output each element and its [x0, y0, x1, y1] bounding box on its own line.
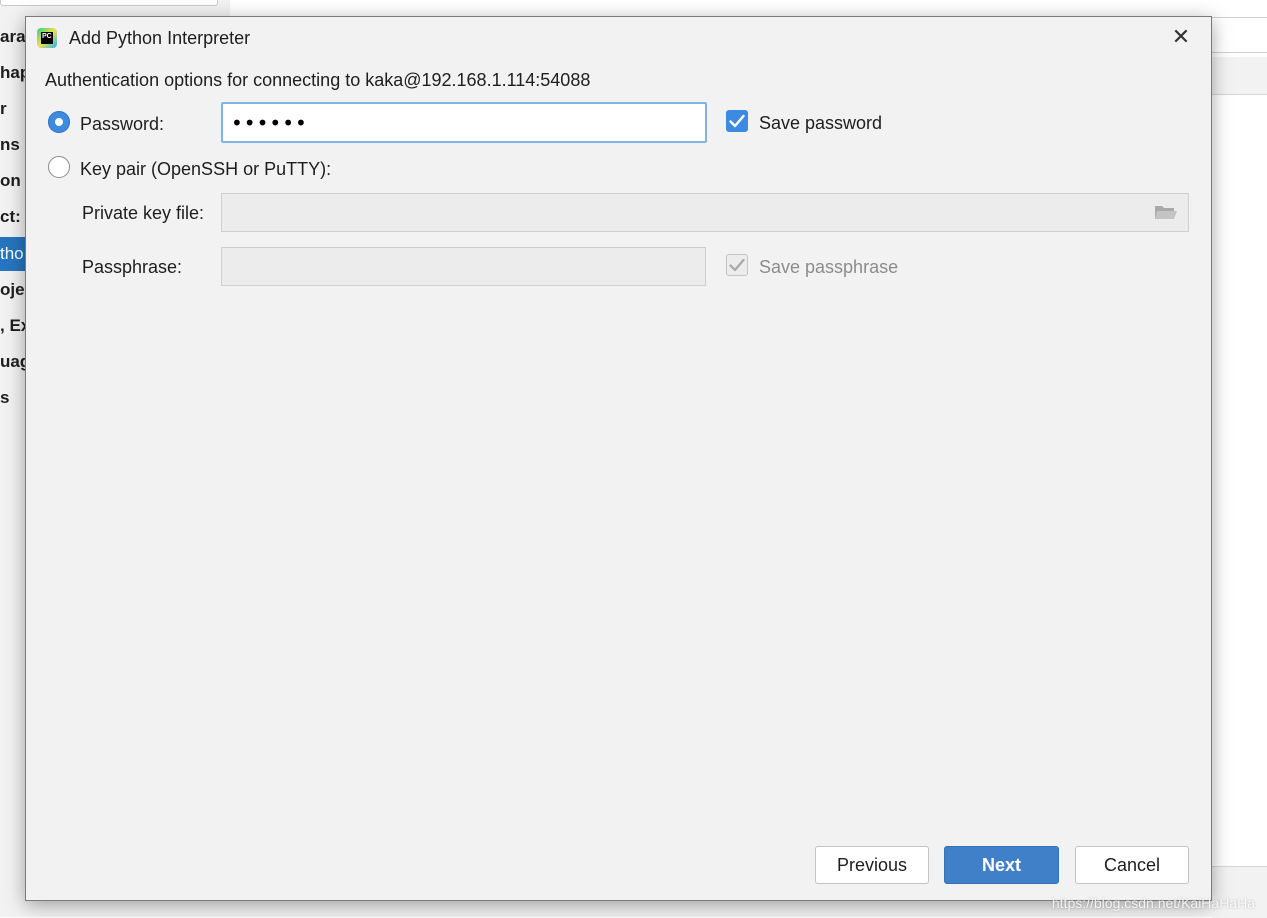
next-button[interactable]: Next	[944, 846, 1059, 884]
save-password-checkbox[interactable]	[726, 110, 748, 132]
background-search-field	[0, 0, 218, 6]
save-password-label[interactable]: Save password	[759, 113, 882, 134]
title-bar[interactable]: PC Add Python Interpreter ✕	[26, 17, 1211, 59]
passphrase-field[interactable]	[221, 247, 706, 286]
password-field[interactable]	[221, 102, 707, 143]
cancel-button[interactable]: Cancel	[1075, 846, 1189, 884]
app-icon-label: PC	[41, 32, 53, 44]
key-pair-radio[interactable]	[48, 156, 70, 178]
save-passphrase-checkbox[interactable]	[726, 254, 748, 276]
background-table-header	[1212, 57, 1267, 95]
close-icon[interactable]: ✕	[1171, 26, 1191, 48]
password-input[interactable]	[223, 104, 705, 141]
background-input-field	[1212, 17, 1267, 53]
dialog-title: Add Python Interpreter	[69, 28, 251, 48]
folder-icon[interactable]	[1154, 203, 1178, 221]
checkmark-icon	[729, 114, 745, 128]
background-content-area	[1212, 0, 1267, 917]
previous-button[interactable]: Previous	[815, 846, 929, 884]
background-bottom-strip	[26, 901, 1216, 917]
password-radio[interactable]	[48, 111, 70, 133]
private-key-file-label: Private key file:	[82, 203, 205, 223]
save-passphrase-label: Save passphrase	[759, 257, 899, 277]
watermark: https://blog.csdn.net/KaiHaHaHa	[1051, 895, 1255, 911]
checkmark-icon	[729, 258, 745, 272]
auth-heading: Authentication options for connecting to…	[45, 70, 591, 90]
pycharm-icon: PC	[37, 28, 57, 48]
private-key-file-field[interactable]	[221, 193, 1189, 232]
key-pair-label[interactable]: Key pair (OpenSSH or PuTTY):	[80, 159, 331, 180]
add-python-interpreter-dialog: PC Add Python Interpreter ✕ Authenticati…	[25, 16, 1212, 901]
passphrase-label: Passphrase:	[82, 257, 183, 277]
password-label[interactable]: Password:	[80, 114, 164, 135]
